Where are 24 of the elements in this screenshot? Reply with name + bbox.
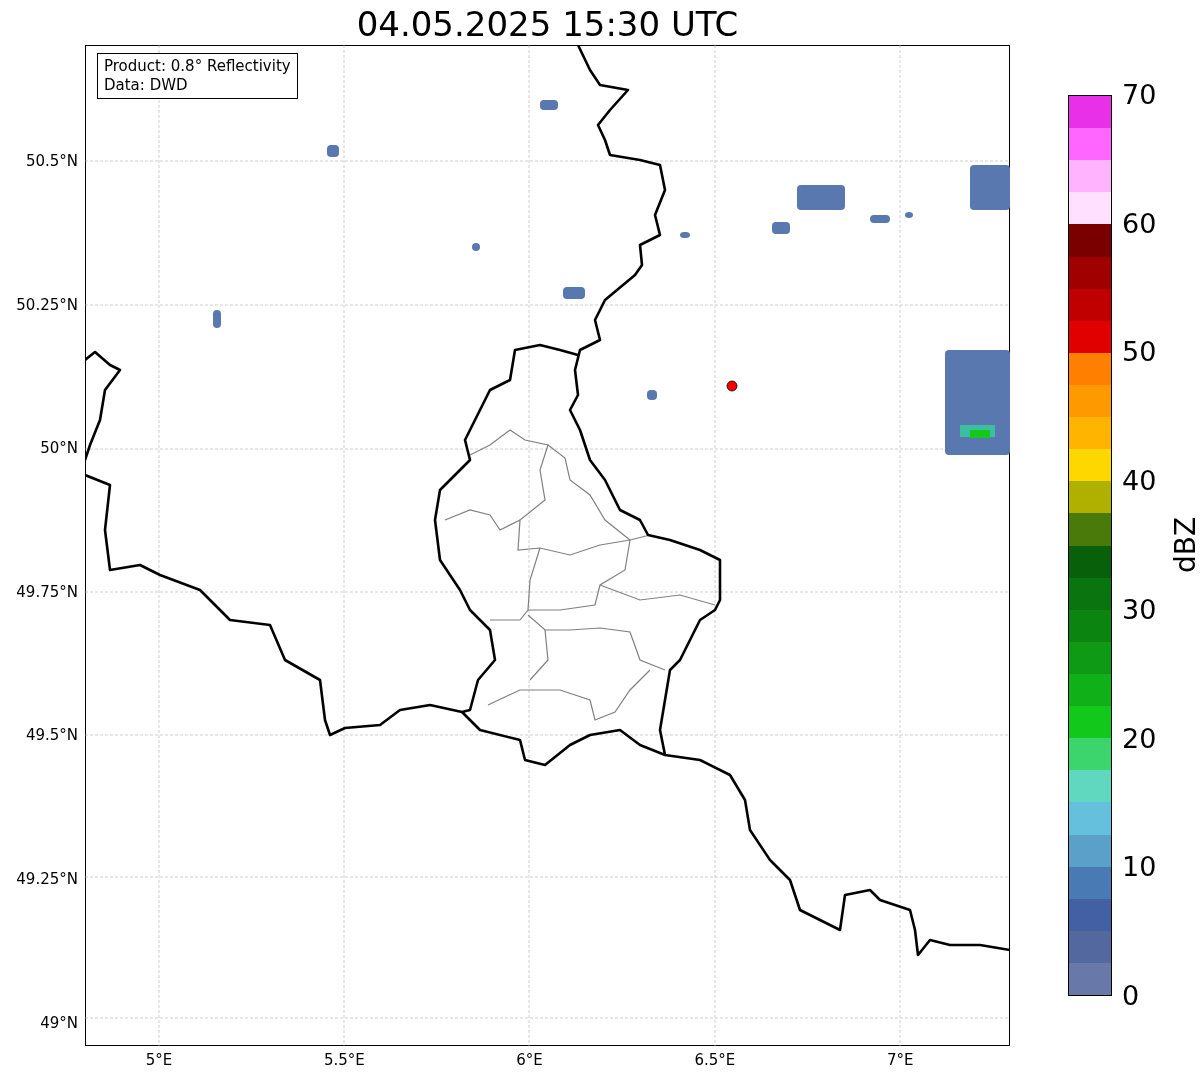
colorbar-tick-label: 30: [1122, 594, 1157, 625]
longitude-label: 7°E: [885, 1051, 915, 1069]
colorbar-label: dBZ: [1171, 516, 1202, 574]
latitude-label: 50.5°N: [25, 152, 78, 170]
latitude-label: 50.25°N: [16, 295, 78, 314]
longitude-label: 6.5°E: [693, 1051, 737, 1069]
latitude-label: 49.75°N: [16, 582, 78, 601]
colorbar-tick-label: 70: [1122, 80, 1157, 110]
chart-title: 04.05.2025 15:30 UTC: [355, 4, 740, 44]
colorbar-tick-label: 20: [1122, 723, 1157, 754]
latitude-label: 49.25°N: [16, 870, 78, 888]
legend-text: Data: DWD: [104, 76, 189, 95]
colorbar-tick-label: 60: [1122, 208, 1157, 239]
longitude-label: 5.5°E: [322, 1051, 366, 1069]
latitude-label: 49°N: [40, 1013, 78, 1032]
latitude-label: 50°N: [40, 439, 78, 458]
colorbar-tick-label: 0: [1122, 981, 1140, 1011]
latitude-label: 49.5°N: [25, 726, 78, 745]
longitude-label: 5°E: [144, 1051, 174, 1069]
colorbar-tick-label: 40: [1122, 466, 1157, 497]
colorbar-tick-label: 10: [1122, 852, 1157, 883]
colorbar-tick-label: 50: [1122, 337, 1157, 368]
longitude-label: 6°E: [515, 1051, 544, 1069]
legend-text: Product: 0.8° Reflectivity: [104, 57, 291, 76]
